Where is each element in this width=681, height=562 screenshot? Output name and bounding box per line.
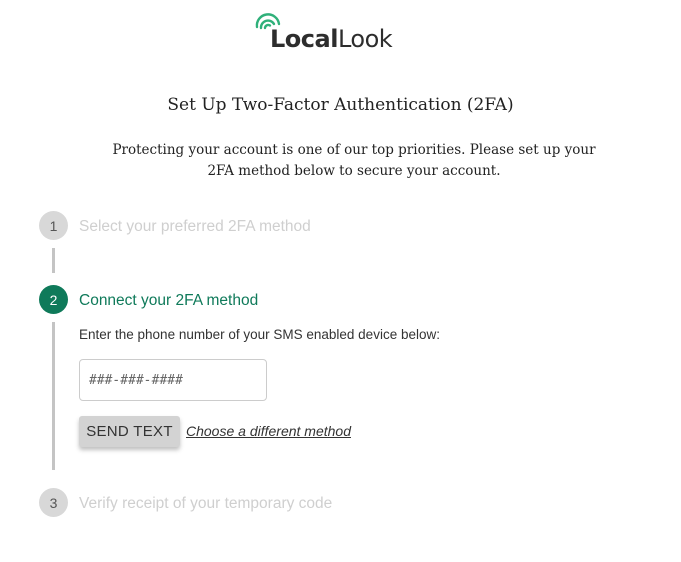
phone-instruction: Enter the phone number of your SMS enabl…: [79, 327, 440, 342]
step-connector: [52, 322, 55, 470]
two-factor-setup-page: LocalLook Set Up Two-Factor Authenticati…: [0, 0, 681, 562]
logo-wordmark-bold: Local: [270, 25, 338, 53]
logo-wordmark: LocalLook: [270, 25, 393, 53]
logo-wordmark-light: Look: [337, 25, 393, 53]
send-text-button[interactable]: SEND TEXT: [79, 416, 180, 447]
page-title: Set Up Two-Factor Authentication (2FA): [167, 95, 514, 115]
step-1-label: Select your preferred 2FA method: [79, 218, 311, 235]
step-2-label: Connect your 2FA method: [79, 292, 259, 309]
phone-number-input[interactable]: [79, 359, 267, 401]
step-3-label: Verify receipt of your temporary code: [79, 495, 333, 512]
step-3-number: 3: [39, 488, 68, 517]
step-1-number: 1: [39, 211, 68, 240]
choose-different-method-link[interactable]: Choose a different method: [186, 423, 351, 439]
step-2-number: 2: [39, 285, 68, 314]
intro-text: Protecting your account is one of our to…: [112, 142, 596, 179]
step-connector: [52, 248, 55, 273]
